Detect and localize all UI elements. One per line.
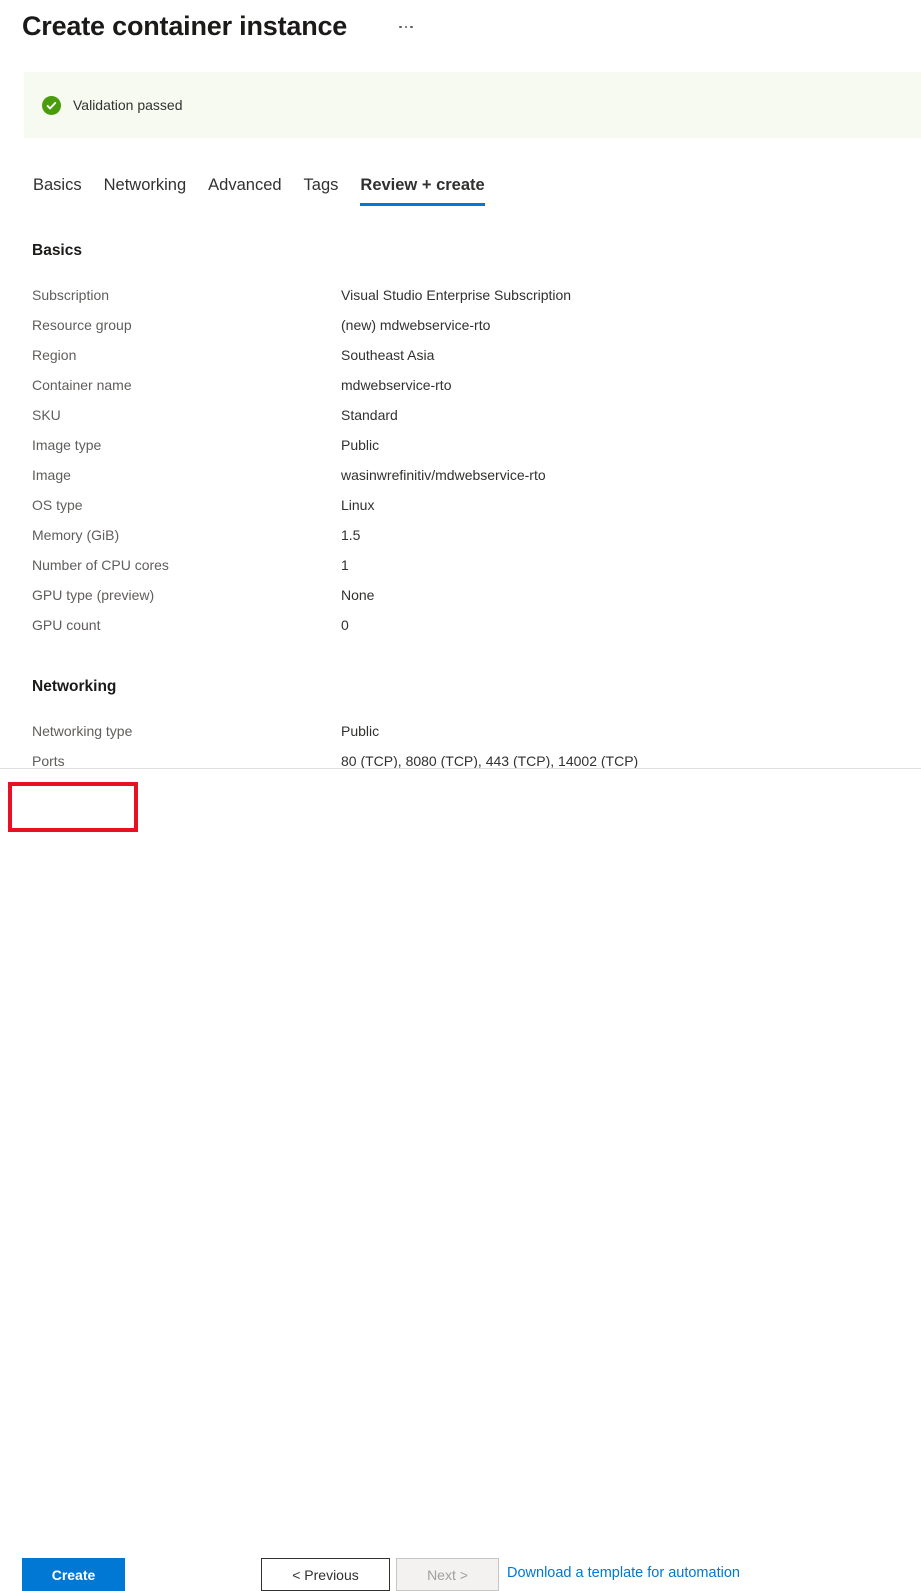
next-button[interactable]: Next >: [396, 1558, 499, 1591]
detail-key: SKU: [32, 407, 61, 423]
create-button[interactable]: Create: [22, 1558, 125, 1591]
detail-value: (new) mdwebservice-rto: [341, 317, 491, 333]
tab-basics[interactable]: Basics: [22, 170, 93, 206]
detail-key: Resource group: [32, 317, 132, 333]
detail-row: Image wasinwrefinitiv/mdwebservice-rto: [0, 460, 921, 490]
ellipsis-dot: [399, 25, 402, 29]
detail-key: Container name: [32, 377, 132, 393]
basics-detail-list: Subscription Visual Studio Enterprise Su…: [0, 280, 921, 640]
detail-row: Number of CPU cores 1: [0, 550, 921, 580]
section-title: Networking: [32, 678, 117, 695]
validation-message: Validation passed: [73, 97, 183, 113]
detail-value: 1.5: [341, 527, 361, 543]
detail-value: wasinwrefinitiv/mdwebservice-rto: [341, 467, 546, 483]
page-title: Create container instance: [22, 11, 348, 41]
tab-advanced[interactable]: Advanced: [197, 170, 292, 206]
ellipsis-dot: [404, 25, 408, 29]
detail-key: GPU count: [32, 617, 101, 633]
detail-value: Linux: [341, 497, 375, 513]
create-button-highlight: [8, 782, 138, 832]
detail-row: Container name mdwebservice-rto: [0, 370, 921, 400]
detail-value: Visual Studio Enterprise Subscription: [341, 287, 572, 303]
tab-label: Networking: [103, 176, 187, 194]
detail-key: Subscription: [32, 287, 110, 303]
detail-key: Memory (GiB): [32, 527, 120, 543]
detail-row: Subscription Visual Studio Enterprise Su…: [0, 280, 921, 310]
detail-value: Standard: [341, 407, 398, 423]
validation-banner: Validation passed: [24, 72, 921, 138]
detail-key: OS type: [32, 497, 83, 513]
check-circle-icon: [42, 95, 61, 115]
ellipsis-dot: [410, 25, 413, 29]
detail-row: Region Southeast Asia: [0, 340, 921, 370]
detail-value: Southeast Asia: [341, 347, 435, 363]
networking-detail-list: Networking type Public Ports 80 (TCP), 8…: [0, 716, 921, 776]
detail-value: 1: [341, 557, 349, 573]
detail-row: Resource group (new) mdwebservice-rto: [0, 310, 921, 340]
download-template-link[interactable]: Download a template for automation: [507, 1562, 740, 1584]
page-header: Create container instance: [0, 0, 921, 62]
detail-value: 0: [341, 617, 349, 633]
tab-label: Basics: [33, 176, 82, 194]
tab-label: Review + create: [360, 176, 485, 194]
detail-row: Memory (GiB) 1.5: [0, 520, 921, 550]
tab-tags[interactable]: Tags: [293, 170, 350, 206]
detail-key: Number of CPU cores: [32, 557, 169, 573]
tab-label: Tags: [303, 176, 339, 194]
detail-value: mdwebservice-rto: [341, 377, 452, 393]
detail-row: Networking type Public: [0, 716, 921, 746]
detail-key: Region: [32, 347, 77, 363]
detail-value: Public: [341, 723, 380, 739]
detail-row: SKU Standard: [0, 400, 921, 430]
detail-value: Public: [341, 437, 380, 453]
section-title: Basics: [32, 242, 82, 259]
ellipsis-icon[interactable]: [393, 14, 419, 40]
tab-networking[interactable]: Networking: [93, 170, 198, 206]
detail-key: Image: [32, 467, 71, 483]
detail-row: GPU count 0: [0, 610, 921, 640]
detail-row: Image type Public: [0, 430, 921, 460]
detail-key: Networking type: [32, 723, 133, 739]
wizard-tabs: Basics Networking Advanced Tags Review +…: [22, 170, 496, 208]
detail-row: GPU type (preview) None: [0, 580, 921, 610]
detail-row: OS type Linux: [0, 490, 921, 520]
previous-button[interactable]: < Previous: [261, 1558, 390, 1591]
detail-key: Image type: [32, 437, 102, 453]
tab-label: Advanced: [208, 176, 282, 194]
tab-review-create[interactable]: Review + create: [349, 170, 495, 206]
detail-key: GPU type (preview): [32, 587, 155, 603]
wizard-footer: Create < Previous Next > Download a temp…: [0, 769, 921, 1591]
detail-value: None: [341, 587, 375, 603]
